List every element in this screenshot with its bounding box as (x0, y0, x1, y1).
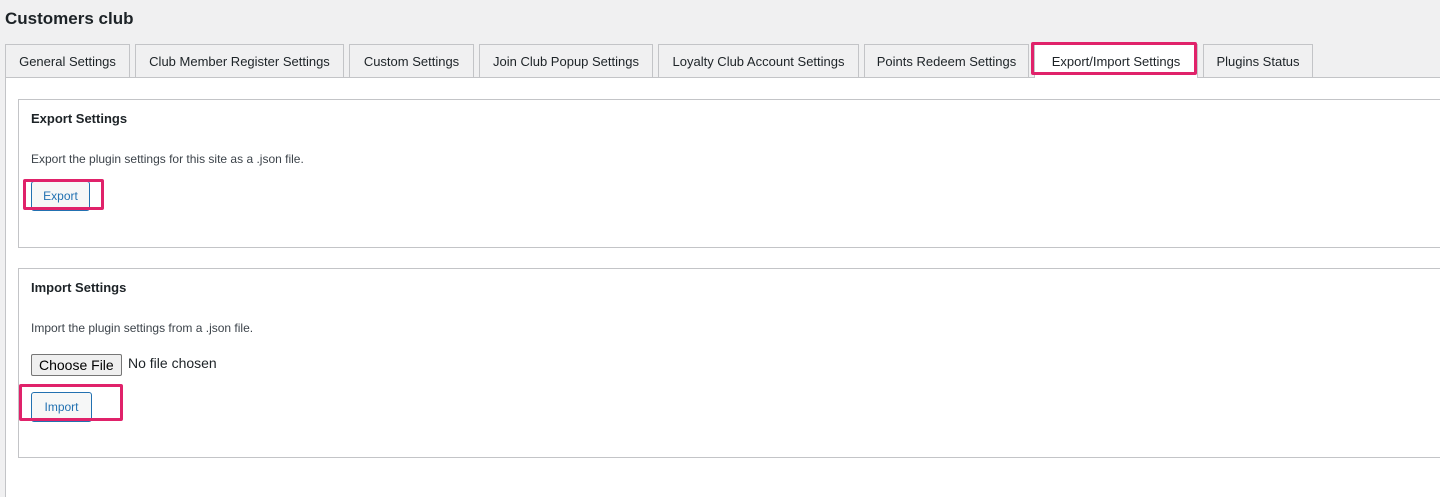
tab-join-club-popup-settings[interactable]: Join Club Popup Settings (479, 44, 653, 77)
tab-general-settings[interactable]: General Settings (5, 44, 130, 77)
import-button[interactable]: Import (31, 392, 92, 422)
tab-points-redeem-settings[interactable]: Points Redeem Settings (864, 44, 1029, 77)
import-settings-section: Import Settings Import the plugin settin… (18, 268, 1440, 458)
tab-club-member-register-settings[interactable]: Club Member Register Settings (135, 44, 344, 77)
import-heading: Import Settings (31, 280, 127, 295)
tab-plugins-status[interactable]: Plugins Status (1203, 44, 1313, 77)
import-description: Import the plugin settings from a .json … (31, 321, 254, 335)
choose-file-button[interactable]: Choose File (31, 354, 122, 376)
export-button[interactable]: Export (31, 181, 90, 211)
tab-custom-settings[interactable]: Custom Settings (349, 44, 474, 77)
tab-export-import-settings[interactable]: Export/Import Settings (1034, 44, 1198, 78)
export-description: Export the plugin settings for this site… (31, 152, 304, 166)
file-status-text: No file chosen (128, 355, 217, 371)
page-title: Customers club (5, 9, 134, 28)
tab-loyalty-club-account-settings[interactable]: Loyalty Club Account Settings (658, 44, 859, 77)
export-heading: Export Settings (31, 111, 128, 126)
settings-tabs: General Settings Club Member Register Se… (5, 44, 1313, 78)
export-settings-section: Export Settings Export the plugin settin… (18, 99, 1440, 248)
